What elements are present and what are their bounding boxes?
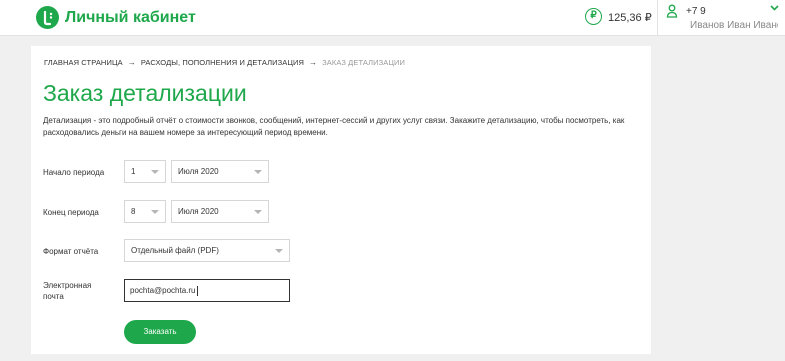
breadcrumb-home[interactable]: ГЛАВНАЯ СТРАНИЦА bbox=[44, 58, 123, 67]
order-button[interactable]: Заказать bbox=[124, 320, 196, 344]
period-end-day-select[interactable]: 8 bbox=[124, 200, 166, 223]
breadcrumb-separator: → bbox=[127, 58, 136, 67]
period-end-month-value: Июля 2020 bbox=[178, 207, 219, 216]
chevron-down-icon bbox=[151, 170, 159, 174]
chevron-down-icon bbox=[275, 249, 283, 253]
email-label: Электронная почта bbox=[43, 281, 92, 301]
period-start-label: Начало периода bbox=[43, 168, 105, 177]
email-field[interactable]: pochta@pochta.ru bbox=[124, 279, 290, 302]
user-icon bbox=[666, 4, 678, 18]
period-start-month-select[interactable]: Июля 2020 bbox=[171, 160, 269, 183]
phone-number[interactable]: +7 9 bbox=[686, 6, 706, 17]
format-label: Формат отчёта bbox=[43, 247, 99, 256]
period-start-day-select[interactable]: 1 bbox=[124, 160, 166, 183]
ruble-icon: ₽ bbox=[585, 8, 602, 25]
chevron-down-icon[interactable] bbox=[770, 5, 779, 11]
period-start-month-value: Июля 2020 bbox=[178, 167, 219, 176]
chevron-down-icon bbox=[254, 210, 262, 214]
chevron-down-icon bbox=[254, 170, 262, 174]
user-name[interactable]: Иванов Иван Иванов... bbox=[690, 20, 778, 31]
breadcrumb-expenses[interactable]: РАСХОДЫ, ПОПОЛНЕНИЯ И ДЕТАЛИЗАЦИЯ bbox=[141, 58, 304, 67]
chevron-down-icon bbox=[151, 210, 159, 214]
page-description: Детализация - это подробный отчёт о стои… bbox=[43, 116, 625, 137]
period-end-day-value: 8 bbox=[131, 207, 136, 216]
logo-icon[interactable] bbox=[36, 6, 59, 29]
period-end-month-select[interactable]: Июля 2020 bbox=[171, 200, 269, 223]
format-select[interactable]: Отдельный файл (PDF) bbox=[124, 239, 290, 262]
balance-value[interactable]: 125,36 ₽ bbox=[608, 11, 652, 24]
breadcrumb-separator: → bbox=[309, 58, 318, 67]
app-title[interactable]: Личный кабинет bbox=[65, 9, 196, 27]
header: Личный кабинет ₽ 125,36 ₽ +7 9 Иванов Ив… bbox=[0, 0, 785, 36]
page-title: Заказ детализации bbox=[43, 80, 247, 106]
header-divider bbox=[657, 0, 658, 36]
text-caret bbox=[196, 285, 198, 296]
main-card: ГЛАВНАЯ СТРАНИЦА → РАСХОДЫ, ПОПОЛНЕНИЯ И… bbox=[31, 46, 651, 354]
period-start-day-value: 1 bbox=[131, 167, 136, 176]
email-value: pochta@pochta.ru bbox=[130, 286, 196, 295]
format-value: Отдельный файл (PDF) bbox=[131, 246, 219, 255]
breadcrumb: ГЛАВНАЯ СТРАНИЦА → РАСХОДЫ, ПОПОЛНЕНИЯ И… bbox=[44, 58, 405, 67]
period-end-label: Конец периода bbox=[43, 208, 99, 217]
breadcrumb-current: ЗАКАЗ ДЕТАЛИЗАЦИИ bbox=[322, 58, 406, 67]
